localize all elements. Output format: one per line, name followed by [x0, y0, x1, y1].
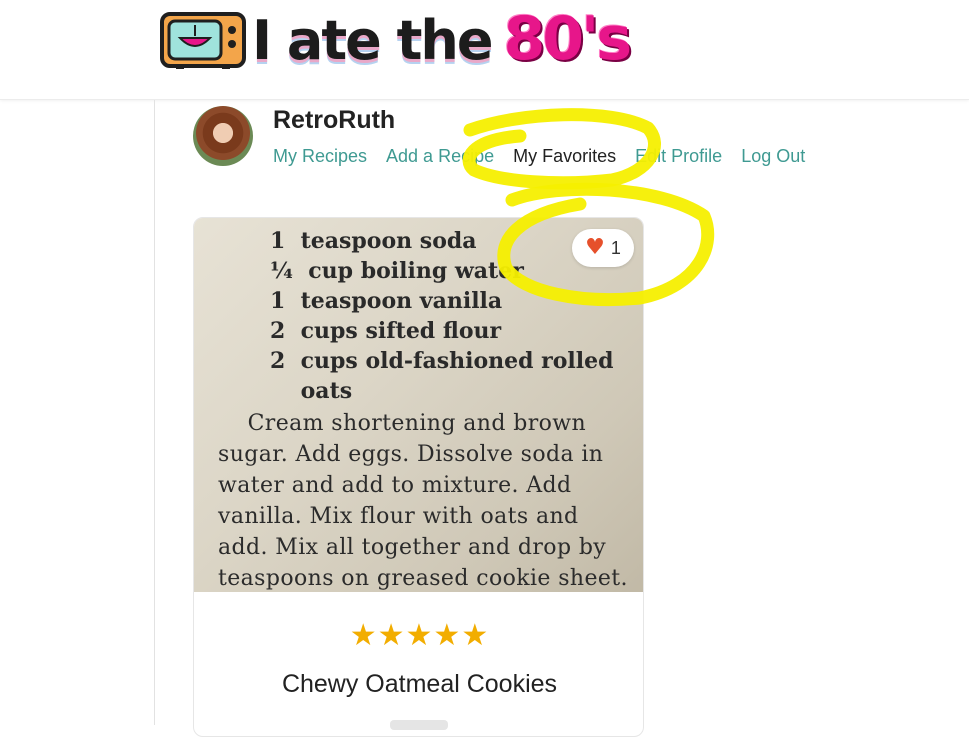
tv-icon	[160, 12, 246, 69]
avatar[interactable]	[193, 106, 253, 166]
nav-add-recipe[interactable]: Add a Recipe	[386, 146, 494, 167]
nav-edit-profile[interactable]: Edit Profile	[635, 146, 722, 167]
recipe-image-instructions: Cream shortening and brown sugar. Add eg…	[218, 411, 628, 591]
rating-stars: ★★★★★	[349, 618, 490, 653]
logo-main-text: I ate the	[252, 9, 493, 72]
nav-my-favorites[interactable]: My Favorites	[513, 146, 616, 167]
recipe-card[interactable]: 1 teaspoon soda ¼ cup boiling water 1 te…	[193, 217, 644, 737]
nav-log-out[interactable]: Log Out	[741, 146, 805, 167]
favorite-button[interactable]: ♥ 1	[572, 229, 634, 267]
site-header: I ate the 80's	[0, 0, 969, 100]
recipe-title[interactable]: Chewy Oatmeal Cookies	[194, 670, 643, 699]
profile-username: RetroRuth	[273, 106, 396, 134]
profile-nav: My Recipes Add a Recipe My Favorites Edi…	[273, 146, 805, 167]
logo-wordmark: I ate the 80's	[252, 4, 632, 74]
recipe-image-ingredients: 1 teaspoon soda ¼ cup boiling water 1 te…	[270, 228, 614, 404]
site-logo[interactable]: I ate the 80's	[160, 4, 632, 74]
heart-icon: ♥	[585, 235, 605, 260]
nav-my-recipes[interactable]: My Recipes	[273, 146, 367, 167]
favorite-count: 1	[610, 237, 621, 258]
content-divider	[154, 100, 155, 725]
logo-accent-text: 80's	[503, 4, 632, 74]
recipe-image[interactable]: 1 teaspoon soda ¼ cup boiling water 1 te…	[194, 218, 643, 592]
recipe-tag[interactable]	[390, 720, 448, 730]
